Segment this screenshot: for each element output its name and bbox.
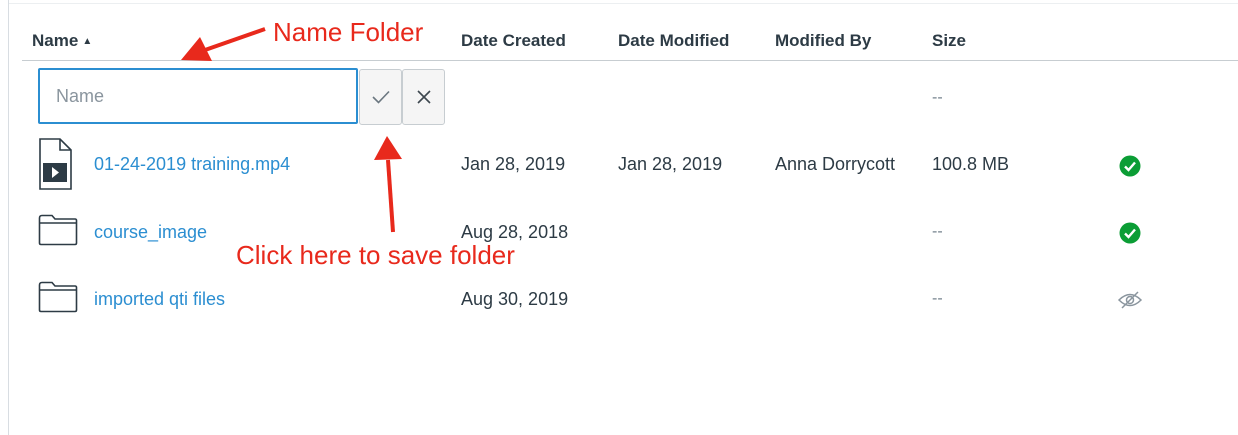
annotation-name-folder: Name Folder [273, 17, 424, 47]
annotation-arrows [181, 27, 402, 233]
annotation-save-folder: Click here to save folder [236, 240, 515, 270]
